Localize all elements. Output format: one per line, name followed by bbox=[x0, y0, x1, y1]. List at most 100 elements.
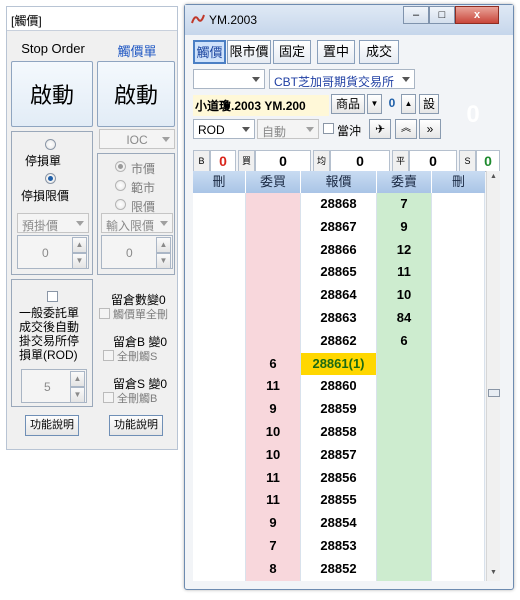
bid-cell[interactable] bbox=[246, 284, 301, 307]
touch-order-launch-button[interactable]: 啟動 bbox=[97, 61, 175, 127]
bid-cell[interactable] bbox=[246, 215, 301, 239]
bid-cell[interactable]: 6 bbox=[246, 352, 301, 376]
delete-bid-cell[interactable] bbox=[193, 193, 246, 216]
ask-cell[interactable] bbox=[377, 534, 432, 558]
delete-bid-cell[interactable] bbox=[193, 284, 246, 307]
settings-button[interactable]: 設 bbox=[419, 94, 439, 114]
bid-cell[interactable] bbox=[246, 329, 301, 353]
exchange-select[interactable]: CBT芝加哥期貨交易所 bbox=[269, 69, 415, 89]
bid-cell[interactable]: 11 bbox=[246, 466, 301, 490]
auto-select[interactable]: 自動 bbox=[257, 119, 319, 139]
delete-ask-cell[interactable] bbox=[432, 534, 485, 558]
rod-select[interactable]: ROD bbox=[193, 119, 255, 139]
spin-up-icon[interactable]: ▲ bbox=[72, 237, 87, 253]
delete-ask-cell[interactable] bbox=[432, 261, 485, 285]
tab-limit-market[interactable]: 限市價 bbox=[227, 40, 271, 64]
ask-cell[interactable]: 12 bbox=[377, 238, 432, 262]
market-radio[interactable] bbox=[115, 161, 126, 172]
spin-down-icon[interactable]: ▼ bbox=[72, 253, 87, 269]
bid-cell[interactable] bbox=[246, 193, 301, 216]
account-select[interactable] bbox=[193, 69, 265, 89]
scroll-up-button[interactable]: ︽ bbox=[395, 119, 417, 139]
delete-bid-cell[interactable] bbox=[193, 375, 246, 399]
ask-cell[interactable] bbox=[377, 398, 432, 421]
ask-cell[interactable] bbox=[377, 352, 432, 376]
touch-type-select[interactable]: IOC bbox=[99, 129, 175, 149]
delete-bid-cell[interactable] bbox=[193, 557, 246, 581]
stop-limit-radio[interactable] bbox=[45, 173, 56, 184]
delete-bid-cell[interactable] bbox=[193, 398, 246, 421]
delete-ask-cell[interactable] bbox=[432, 352, 485, 376]
delete-ask-cell[interactable] bbox=[432, 284, 485, 307]
bid-cell[interactable]: 11 bbox=[246, 489, 301, 513]
spin-down-icon[interactable]: ▼ bbox=[70, 387, 85, 403]
ask-cell[interactable]: 11 bbox=[377, 261, 432, 285]
bid-cell[interactable]: 10 bbox=[246, 420, 301, 444]
stop-qty-stepper[interactable]: 0 ▲ ▼ bbox=[17, 235, 89, 269]
tab-touch-price[interactable]: 觸價 bbox=[193, 40, 226, 64]
bid-cell[interactable]: 7 bbox=[246, 534, 301, 558]
delete-ask-cell[interactable] bbox=[432, 489, 485, 513]
ask-cell[interactable]: 6 bbox=[377, 329, 432, 353]
close-button[interactable]: x bbox=[455, 6, 499, 24]
touch-price-select[interactable]: 輸入限價 bbox=[101, 213, 173, 233]
limit-radio[interactable] bbox=[115, 199, 126, 210]
delete-bid-cell[interactable] bbox=[193, 420, 246, 444]
bid-cell[interactable] bbox=[246, 238, 301, 262]
maximize-button[interactable]: □ bbox=[429, 6, 455, 24]
ask-cell[interactable] bbox=[377, 443, 432, 467]
stop-order-launch-button[interactable]: 啟動 bbox=[11, 61, 93, 127]
ask-cell[interactable] bbox=[377, 420, 432, 444]
product-button[interactable]: 商品 bbox=[331, 94, 365, 114]
delete-ask-cell[interactable] bbox=[432, 398, 485, 421]
delete-ask-cell[interactable] bbox=[432, 215, 485, 239]
delete-bid-cell[interactable] bbox=[193, 215, 246, 239]
bid-cell[interactable]: 10 bbox=[246, 443, 301, 467]
ask-cell[interactable]: 10 bbox=[377, 284, 432, 307]
bid-cell[interactable]: 9 bbox=[246, 512, 301, 535]
minimize-button[interactable]: – bbox=[403, 6, 429, 24]
delete-ask-cell[interactable] bbox=[432, 193, 485, 216]
delete-bid-cell[interactable] bbox=[193, 489, 246, 513]
pin-button[interactable]: ✈ bbox=[369, 119, 391, 139]
spin-up-icon[interactable]: ▲ bbox=[70, 371, 85, 387]
touch-qty-stepper[interactable]: 0 ▲ ▼ bbox=[101, 235, 173, 269]
vertical-scrollbar[interactable]: ▲ ▼ bbox=[486, 171, 500, 581]
delete-ask-cell[interactable] bbox=[432, 557, 485, 581]
ask-cell[interactable]: 9 bbox=[377, 215, 432, 239]
delete-bid-cell[interactable] bbox=[193, 329, 246, 353]
qty-up-button[interactable]: ▲ bbox=[401, 94, 416, 114]
bid-cell[interactable]: 9 bbox=[246, 398, 301, 421]
bid-cell[interactable] bbox=[246, 306, 301, 330]
spin-down-icon[interactable]: ▼ bbox=[156, 253, 171, 269]
day-trade-checkbox[interactable] bbox=[323, 123, 334, 134]
spin-up-icon[interactable]: ▲ bbox=[156, 237, 171, 253]
expand-button[interactable]: » bbox=[419, 119, 441, 139]
scroll-up-arrow-icon[interactable]: ▲ bbox=[490, 173, 497, 180]
ask-cell[interactable] bbox=[377, 557, 432, 581]
tab-filled[interactable]: 成交 bbox=[359, 40, 399, 64]
delete-ask-cell[interactable] bbox=[432, 329, 485, 353]
scroll-thumb[interactable] bbox=[488, 389, 500, 397]
delete-bid-cell[interactable] bbox=[193, 261, 246, 285]
delete-bid-cell[interactable] bbox=[193, 238, 246, 262]
stop-price-select[interactable]: 預掛價 bbox=[17, 213, 89, 233]
bid-cell[interactable]: 11 bbox=[246, 375, 301, 399]
delete-ask-cell[interactable] bbox=[432, 512, 485, 535]
ask-cell[interactable] bbox=[377, 375, 432, 399]
delete-bid-cell[interactable] bbox=[193, 512, 246, 535]
ask-cell[interactable]: 7 bbox=[377, 193, 432, 216]
delete-bid-cell[interactable] bbox=[193, 306, 246, 330]
delete-ask-cell[interactable] bbox=[432, 466, 485, 490]
delete-ask-cell[interactable] bbox=[432, 420, 485, 444]
help-button-right[interactable]: 功能說明 bbox=[109, 415, 163, 436]
bid-cell[interactable] bbox=[246, 261, 301, 285]
general-order-checkbox[interactable] bbox=[47, 291, 58, 302]
ask-cell[interactable] bbox=[377, 512, 432, 535]
cancel-b-all-checkbox[interactable] bbox=[103, 392, 114, 403]
delete-bid-cell[interactable] bbox=[193, 443, 246, 467]
delete-ask-cell[interactable] bbox=[432, 238, 485, 262]
scroll-down-arrow-icon[interactable]: ▼ bbox=[490, 569, 497, 576]
qty-down-button[interactable]: ▼ bbox=[367, 94, 382, 114]
delete-ask-cell[interactable] bbox=[432, 375, 485, 399]
